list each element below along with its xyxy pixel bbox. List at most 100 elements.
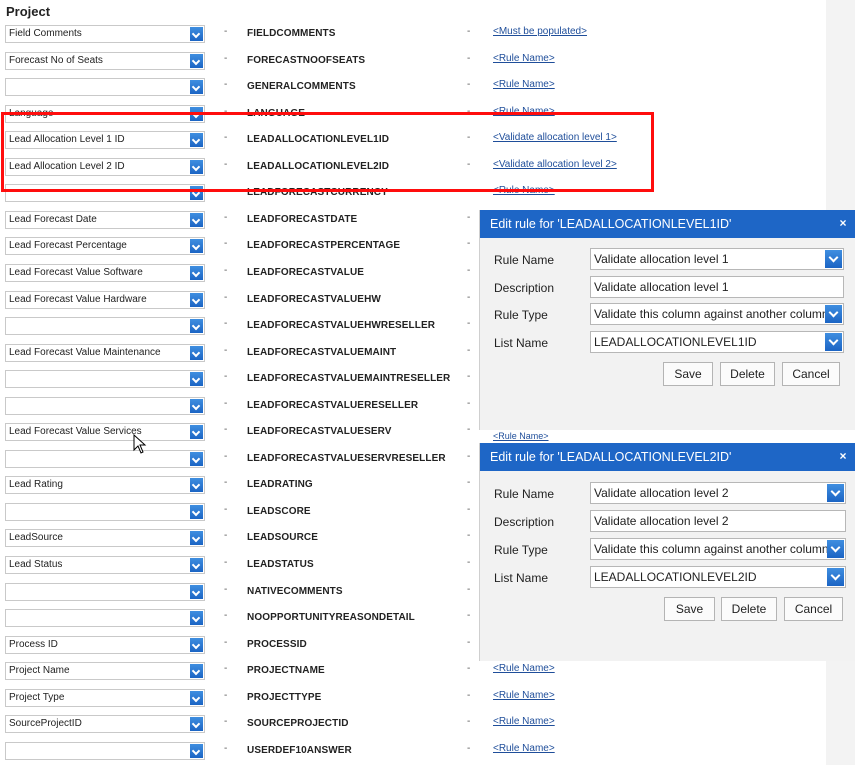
field-select[interactable]: Field Comments xyxy=(5,25,205,43)
delete-button[interactable]: Delete xyxy=(720,362,775,386)
field-select[interactable] xyxy=(5,370,205,388)
rule-link[interactable]: <Must be populated> xyxy=(493,26,587,37)
save-button[interactable]: Save xyxy=(663,362,713,386)
field-select[interactable]: Lead Forecast Percentage xyxy=(5,237,205,255)
field-select[interactable]: Project Name xyxy=(5,662,205,680)
chevron-down-icon[interactable] xyxy=(190,372,203,386)
chevron-down-icon[interactable] xyxy=(190,186,203,200)
field-select[interactable] xyxy=(5,609,205,627)
field-select[interactable]: Lead Rating xyxy=(5,476,205,494)
column-name: LEADFORECASTVALUESERV xyxy=(247,426,392,437)
chevron-down-icon[interactable] xyxy=(190,611,203,625)
chevron-down-icon[interactable] xyxy=(190,133,203,147)
chevron-down-icon[interactable] xyxy=(190,585,203,599)
field-select[interactable] xyxy=(5,583,205,601)
separator: - xyxy=(467,451,471,462)
field-select[interactable]: SourceProjectID xyxy=(5,715,205,733)
rule-type-select[interactable]: Validate this column against another col… xyxy=(590,538,846,560)
field-select[interactable]: Lead Allocation Level 1 ID xyxy=(5,131,205,149)
rule-link[interactable]: <Rule Name> xyxy=(493,79,555,90)
chevron-down-icon[interactable] xyxy=(190,213,203,227)
chevron-down-icon[interactable] xyxy=(825,333,842,351)
cancel-button[interactable]: Cancel xyxy=(782,362,840,386)
field-select[interactable] xyxy=(5,397,205,415)
chevron-down-icon[interactable] xyxy=(190,531,203,545)
field-select[interactable] xyxy=(5,184,205,202)
delete-button[interactable]: Delete xyxy=(721,597,777,621)
rule-link[interactable]: <Rule Name> xyxy=(493,716,555,727)
chevron-down-icon[interactable] xyxy=(190,425,203,439)
chevron-down-icon[interactable] xyxy=(190,239,203,253)
field-select[interactable] xyxy=(5,317,205,335)
separator: - xyxy=(224,26,228,37)
chevron-down-icon[interactable] xyxy=(190,266,203,280)
chevron-down-icon[interactable] xyxy=(190,744,203,758)
field-select[interactable]: Lead Forecast Date xyxy=(5,211,205,229)
field-select[interactable] xyxy=(5,450,205,468)
chevron-down-icon[interactable] xyxy=(190,293,203,307)
field-select[interactable] xyxy=(5,78,205,96)
chevron-down-icon[interactable] xyxy=(190,27,203,41)
close-icon[interactable]: × xyxy=(837,217,849,229)
chevron-down-icon[interactable] xyxy=(190,505,203,519)
field-select[interactable]: Lead Status xyxy=(5,556,205,574)
rule-link[interactable]: <Rule Name> xyxy=(493,106,555,117)
rule-name-select[interactable]: Validate allocation level 2 xyxy=(590,482,846,504)
field-select[interactable]: Lead Forecast Value Software xyxy=(5,264,205,282)
rule-link[interactable]: <Validate allocation level 2> xyxy=(493,159,617,170)
field-select[interactable]: Forecast No of Seats xyxy=(5,52,205,70)
chevron-down-icon[interactable] xyxy=(827,540,844,558)
rule-link[interactable]: <Validate allocation level 1> xyxy=(493,132,617,143)
rule-name-link[interactable]: <Rule Name> xyxy=(493,431,549,441)
close-icon[interactable]: × xyxy=(837,450,849,462)
chevron-down-icon[interactable] xyxy=(190,399,203,413)
description-input[interactable]: Validate allocation level 2 xyxy=(590,510,846,532)
rule-link[interactable]: <Rule Name> xyxy=(493,663,555,674)
chevron-down-icon[interactable] xyxy=(190,107,203,121)
separator: - xyxy=(467,530,471,541)
chevron-down-icon[interactable] xyxy=(190,478,203,492)
description-input[interactable]: Validate allocation level 1 xyxy=(590,276,844,298)
rule-link[interactable]: <Rule Name> xyxy=(493,743,555,754)
field-select[interactable]: Lead Allocation Level 2 ID xyxy=(5,158,205,176)
chevron-down-icon[interactable] xyxy=(827,568,844,586)
rule-link[interactable]: <Rule Name> xyxy=(493,53,555,64)
field-select[interactable]: LeadSource xyxy=(5,529,205,547)
field-select[interactable] xyxy=(5,503,205,521)
chevron-down-icon[interactable] xyxy=(825,250,842,268)
rule-link[interactable]: <Rule Name> xyxy=(493,185,555,196)
separator: - xyxy=(467,398,471,409)
cancel-button[interactable]: Cancel xyxy=(784,597,843,621)
field-select[interactable]: Project Type xyxy=(5,689,205,707)
chevron-down-icon[interactable] xyxy=(190,452,203,466)
list-name-select[interactable]: LEADALLOCATIONLEVEL1ID xyxy=(590,331,844,353)
field-select[interactable]: Lead Forecast Value Services xyxy=(5,423,205,441)
chevron-down-icon[interactable] xyxy=(190,558,203,572)
rule-link[interactable]: <Rule Name> xyxy=(493,690,555,701)
column-name: GENERALCOMMENTS xyxy=(247,81,356,92)
field-select[interactable]: Lead Forecast Value Hardware xyxy=(5,291,205,309)
field-select[interactable] xyxy=(5,742,205,760)
chevron-down-icon[interactable] xyxy=(190,319,203,333)
separator: - xyxy=(224,371,228,382)
chevron-down-icon[interactable] xyxy=(190,638,203,652)
chevron-down-icon[interactable] xyxy=(190,80,203,94)
table-row: SourceProjectID - SOURCEPROJECTID - <Rule Na… xyxy=(0,713,826,739)
list-name-select[interactable]: LEADALLOCATIONLEVEL2ID xyxy=(590,566,846,588)
chevron-down-icon[interactable] xyxy=(190,54,203,68)
chevron-down-icon[interactable] xyxy=(827,484,844,502)
chevron-down-icon[interactable] xyxy=(190,346,203,360)
chevron-down-icon[interactable] xyxy=(190,160,203,174)
separator: - xyxy=(467,238,471,249)
save-button[interactable]: Save xyxy=(664,597,715,621)
rule-name-select[interactable]: Validate allocation level 1 xyxy=(590,248,844,270)
rule-type-select[interactable]: Validate this column against another col… xyxy=(590,303,844,325)
chevron-down-icon[interactable] xyxy=(190,664,203,678)
field-select[interactable]: Language xyxy=(5,105,205,123)
chevron-down-icon[interactable] xyxy=(825,305,842,323)
chevron-down-icon[interactable] xyxy=(190,691,203,705)
field-select[interactable]: Lead Forecast Value Maintenance xyxy=(5,344,205,362)
chevron-down-icon[interactable] xyxy=(190,717,203,731)
rule-name-value: Validate allocation level 1 xyxy=(594,252,729,266)
field-select[interactable]: Process ID xyxy=(5,636,205,654)
